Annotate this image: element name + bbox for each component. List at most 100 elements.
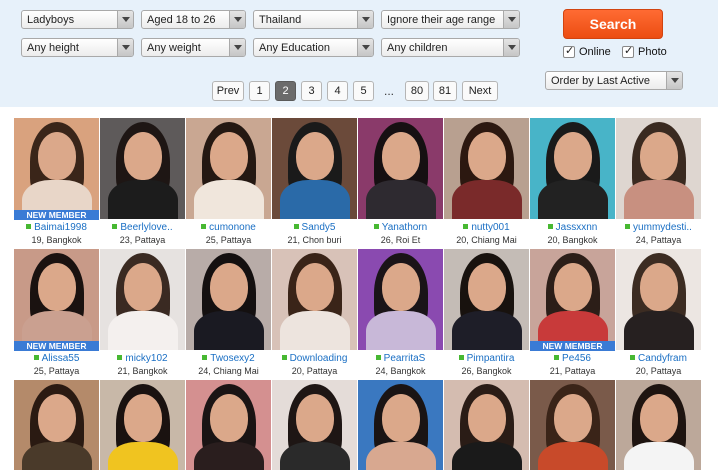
- page-button-3[interactable]: 3: [301, 81, 322, 101]
- new-member-badge: NEW MEMBER: [14, 210, 99, 220]
- weight-select[interactable]: Any weight: [141, 38, 246, 57]
- online-status-icon: [463, 224, 469, 229]
- profile-photo[interactable]: [616, 118, 701, 219]
- profile-photo[interactable]: [358, 380, 443, 470]
- online-status-icon: [117, 355, 123, 360]
- profile-photo[interactable]: [100, 380, 185, 470]
- online-status-icon: [547, 224, 553, 229]
- profile-name: Candyfram: [638, 353, 687, 364]
- profile-photo[interactable]: [444, 380, 529, 470]
- profile-name: Pe456: [562, 353, 591, 364]
- profile-age-location: 21, Bangkok: [117, 366, 168, 376]
- profile-name-link[interactable]: Pe456: [530, 353, 615, 364]
- profile-photo[interactable]: [186, 249, 271, 350]
- profile-name: Downloading: [289, 353, 348, 364]
- profile-photo[interactable]: [530, 249, 615, 350]
- profile-photo[interactable]: [14, 380, 99, 470]
- profile-name-link[interactable]: Baimai1998: [14, 222, 99, 233]
- online-status-icon: [33, 355, 39, 360]
- profile-photo[interactable]: [530, 118, 615, 219]
- profile-name-link[interactable]: Jassxxnn: [530, 222, 615, 233]
- chevron-down-icon: [229, 39, 245, 56]
- profile-name-link[interactable]: yummydesti..: [616, 222, 701, 233]
- category-select[interactable]: Ladyboys: [21, 10, 134, 29]
- profile-age-location: 24, Bangkok: [375, 366, 426, 376]
- profile-age-location: 20, Pattaya: [635, 366, 682, 376]
- profile-photo[interactable]: [186, 118, 271, 219]
- pagination-ellipsis: ...: [384, 84, 395, 98]
- photo-checkbox[interactable]: Photo: [622, 44, 667, 58]
- profile-photo[interactable]: [100, 118, 185, 219]
- profile-photo[interactable]: [14, 249, 99, 350]
- chevron-down-icon: [117, 11, 133, 28]
- profile-name: Jassxxnn: [555, 222, 598, 233]
- online-status-icon: [293, 224, 299, 229]
- height-select[interactable]: Any height: [21, 38, 134, 57]
- education-select[interactable]: Any Education: [253, 38, 374, 57]
- profile-photo[interactable]: [616, 380, 701, 470]
- profile-photo[interactable]: [358, 118, 443, 219]
- profile-name: PearritaS: [383, 353, 426, 364]
- online-status-icon: [625, 224, 631, 229]
- profile-photo[interactable]: [358, 249, 443, 350]
- page-button-5[interactable]: 5: [353, 81, 374, 101]
- children-value: Any children: [387, 42, 448, 54]
- profile-name-link[interactable]: cumonone: [186, 222, 271, 233]
- profile-name-link[interactable]: Candyfram: [616, 353, 701, 364]
- profile-photo[interactable]: [186, 380, 271, 470]
- age-range-select[interactable]: Ignore their age range: [381, 10, 520, 29]
- chevron-down-icon: [503, 39, 519, 56]
- profile-name-link[interactable]: nutty001: [444, 222, 529, 233]
- profile-age-location: 21, Pattaya: [549, 366, 596, 376]
- country-value: Thailand: [259, 14, 302, 26]
- profile-name-link[interactable]: PearritaS: [358, 353, 443, 364]
- chevron-down-icon: [357, 11, 373, 28]
- profile-photo[interactable]: [444, 118, 529, 219]
- profile-photo[interactable]: [530, 380, 615, 470]
- online-status-icon: [458, 355, 464, 360]
- profile-photo[interactable]: [14, 118, 99, 219]
- profile-name-link[interactable]: Downloading: [272, 353, 357, 364]
- weight-value: Any weight: [147, 42, 201, 54]
- profile-age-location: 21, Chon buri: [287, 235, 342, 245]
- profile-name-link[interactable]: Twosexy2: [186, 353, 271, 364]
- online-status-icon: [112, 224, 118, 229]
- checkmark-icon: [563, 44, 575, 58]
- page-button-80[interactable]: 80: [405, 81, 429, 101]
- height-value: Any height: [27, 42, 79, 54]
- page-button-81[interactable]: 81: [433, 81, 457, 101]
- next-page-button[interactable]: Next: [462, 81, 498, 101]
- profile-photo[interactable]: [444, 249, 529, 350]
- profile-name-link[interactable]: Alissa55: [14, 353, 99, 364]
- search-button[interactable]: Search: [563, 9, 663, 39]
- profile-age-location: 20, Pattaya: [291, 366, 338, 376]
- children-select[interactable]: Any children: [381, 38, 520, 57]
- profile-name: Beerlylove..: [120, 222, 173, 233]
- country-select[interactable]: Thailand: [253, 10, 374, 29]
- page-button-1[interactable]: 1: [249, 81, 270, 101]
- profile-name-link[interactable]: Beerlylove..: [100, 222, 185, 233]
- profile-name-link[interactable]: Pimpantira: [444, 353, 529, 364]
- profile-name-link[interactable]: Yanathorn: [358, 222, 443, 233]
- page-button-2-current[interactable]: 2: [275, 81, 296, 101]
- age-select[interactable]: Aged 18 to 26: [141, 10, 246, 29]
- online-status-icon: [201, 224, 207, 229]
- profile-photo[interactable]: [272, 380, 357, 470]
- new-member-badge: NEW MEMBER: [530, 341, 615, 351]
- profile-age-location: 19, Bangkok: [31, 235, 82, 245]
- profile-photo[interactable]: [272, 118, 357, 219]
- profile-photo[interactable]: [616, 249, 701, 350]
- page-button-4[interactable]: 4: [327, 81, 348, 101]
- online-status-icon: [375, 355, 381, 360]
- profile-name-link[interactable]: micky102: [100, 353, 185, 364]
- profile-name: Sandy5: [301, 222, 336, 233]
- profile-name-link[interactable]: Sandy5: [272, 222, 357, 233]
- online-status-icon: [281, 355, 287, 360]
- profile-photo[interactable]: [100, 249, 185, 350]
- online-checkbox[interactable]: Online: [563, 44, 611, 58]
- profile-photo[interactable]: [272, 249, 357, 350]
- profile-age-location: 20, Chiang Mai: [456, 235, 517, 245]
- category-value: Ladyboys: [27, 14, 75, 26]
- prev-page-button[interactable]: Prev: [212, 81, 244, 101]
- online-status-icon: [554, 355, 560, 360]
